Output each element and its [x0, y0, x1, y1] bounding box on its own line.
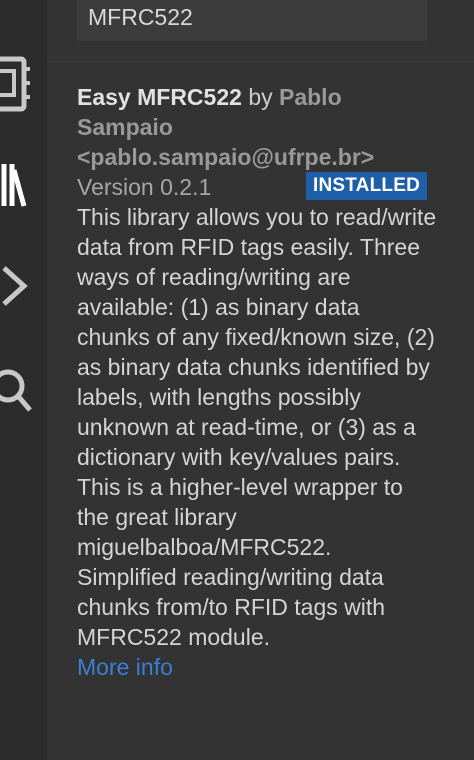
search-input[interactable]: MFRC522: [77, 0, 427, 41]
extension-item[interactable]: Easy MFRC522 by Pablo Sampaio <pablo.sam…: [77, 82, 437, 682]
extension-name: Easy MFRC522: [77, 84, 242, 110]
serial-monitor-icon[interactable]: [0, 262, 47, 322]
activity-bar: [0, 0, 47, 760]
version-row: Version 0.2.1 INSTALLED: [77, 172, 437, 202]
search-icon[interactable]: [0, 368, 47, 428]
extension-description: This library allows you to read/write da…: [77, 204, 437, 650]
extension-title: Easy MFRC522 by Pablo Sampaio <pablo.sam…: [77, 82, 437, 172]
board-icon[interactable]: [0, 55, 47, 115]
divider: [47, 61, 474, 62]
more-info-link[interactable]: More info: [77, 652, 437, 682]
extension-version: Version 0.2.1: [77, 174, 212, 200]
extension-by: by: [248, 84, 273, 110]
library-icon[interactable]: [0, 160, 47, 220]
extensions-panel: MFRC522 Easy MFRC522 by Pablo Sampaio <p…: [47, 0, 474, 760]
installed-badge: INSTALLED: [306, 172, 427, 200]
